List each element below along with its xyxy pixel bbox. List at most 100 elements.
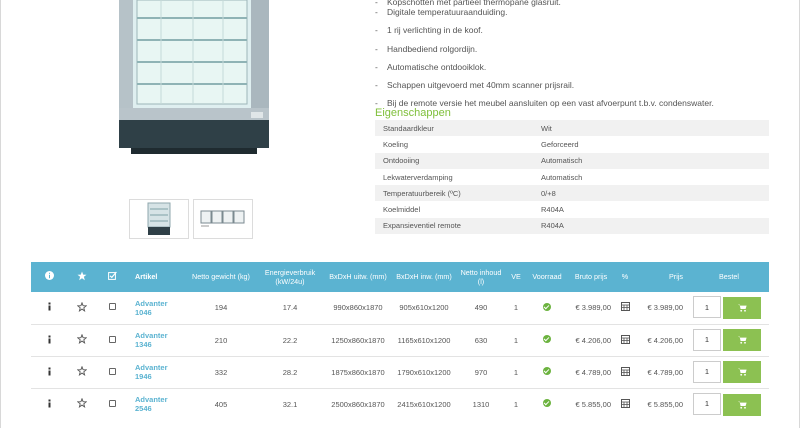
table-row: Advanter 2546 405 32.1 2500x860x1870 241… — [31, 388, 769, 420]
artikel-header[interactable]: Artikel — [127, 262, 187, 292]
gewicht-cell: 405 — [214, 399, 228, 409]
bestel-cell — [689, 388, 769, 420]
netto-inhoud-header[interactable]: Netto inhoud (l) — [457, 262, 505, 292]
spec-label: Temperatuurbereik (ºC) — [375, 185, 539, 202]
inw-cell: 905x610x1200 — [391, 292, 457, 325]
voorraad-cell — [527, 324, 567, 357]
voorraad-cell — [527, 356, 567, 389]
bruto-prijs-header[interactable]: Bruto prijs — [567, 262, 615, 292]
netto-gewicht-header[interactable]: Netto gewicht (kg) — [187, 262, 255, 292]
calculator-icon[interactable] — [620, 366, 630, 376]
info-cell[interactable] — [31, 356, 67, 389]
add-to-cart-button[interactable] — [723, 297, 761, 319]
product-image — [101, 0, 281, 162]
ve-header[interactable]: VE — [505, 262, 527, 292]
energieverbruik-header[interactable]: Energieverbruik (kW/24u) — [255, 262, 325, 292]
select-checkbox[interactable] — [108, 399, 116, 407]
feature-item: Handbediend rolgordijn. — [375, 44, 785, 63]
spec-value: R404A — [541, 205, 564, 215]
spec-label: Lekwaterverdamping — [383, 172, 453, 182]
energie-cell: 32.1 — [282, 399, 298, 409]
korting-cell[interactable] — [615, 292, 635, 325]
feature-item: Automatische ontdooiklok. — [375, 63, 785, 81]
favorite-cell[interactable] — [67, 356, 97, 389]
select-cell[interactable] — [97, 356, 127, 389]
star-icon[interactable] — [76, 397, 88, 409]
quantity-input[interactable] — [693, 360, 721, 383]
uitw-cell: 2500x860x1870 — [331, 399, 385, 409]
cart-icon — [737, 368, 747, 376]
star-icon[interactable] — [76, 333, 88, 344]
info-cell[interactable] — [31, 388, 67, 420]
info-icon[interactable] — [47, 367, 52, 376]
info-icon — [44, 271, 54, 281]
inw-cell: 2415x610x1200 — [397, 399, 451, 409]
korting-cell[interactable] — [615, 324, 635, 357]
add-to-cart-button[interactable] — [723, 329, 761, 352]
spec-value: R404A — [539, 217, 769, 235]
prijs-cell: € 4.206,00 — [635, 324, 689, 357]
artikel-link[interactable]: Advanter 1346 — [127, 324, 187, 357]
select-cell[interactable] — [97, 324, 127, 357]
info-icon[interactable] — [47, 335, 52, 344]
prijs-header[interactable]: Prijs — [635, 262, 689, 292]
energie-cell: 22.2 — [255, 324, 325, 357]
uitw-cell: 990x860x1870 — [325, 292, 391, 325]
uitw-cell: 1875x860x1870 — [325, 356, 391, 389]
in-stock-icon — [543, 302, 551, 311]
thumbnail-1[interactable] — [129, 199, 189, 239]
spec-label: Ontdooiing — [375, 152, 539, 169]
star-icon[interactable] — [76, 301, 88, 312]
info-cell[interactable] — [31, 324, 67, 357]
info-icon[interactable] — [47, 302, 52, 311]
quantity-input[interactable] — [693, 328, 721, 351]
afmetingen-inw-header[interactable]: BxDxH inw. (mm) — [391, 262, 457, 292]
gewicht-cell: 332 — [187, 356, 255, 389]
bestel-header: Bestel — [689, 262, 769, 292]
add-to-cart-button[interactable] — [723, 393, 761, 416]
feature-item: 1 rij verlichting in de koof. — [375, 26, 785, 44]
cart-icon — [737, 336, 747, 344]
korting-cell[interactable] — [615, 356, 635, 389]
table-row: Advanter 1946 332 28.2 1875x860x1870 179… — [31, 356, 769, 389]
afmetingen-uitw-header[interactable]: BxDxH uitw. (mm) — [325, 262, 391, 292]
select-cell[interactable] — [97, 292, 127, 325]
favorite-cell[interactable] — [67, 388, 97, 420]
favorite-cell[interactable] — [67, 324, 97, 357]
select-cell[interactable] — [97, 388, 127, 420]
quantity-input[interactable] — [693, 392, 721, 415]
info-icon[interactable] — [47, 399, 52, 408]
spec-value: Geforceerd — [541, 139, 579, 149]
artikel-link[interactable]: Advanter 1046 — [127, 292, 187, 325]
spec-value: 0/+8 — [539, 185, 769, 202]
energie-cell: 17.4 — [255, 292, 325, 325]
calculator-icon[interactable] — [620, 334, 630, 344]
artikel-link[interactable]: Advanter 2546 — [127, 388, 187, 420]
add-to-cart-button[interactable] — [723, 361, 761, 384]
inhoud-cell: 490 — [457, 292, 505, 325]
star-icon — [77, 271, 87, 280]
quantity-input[interactable] — [693, 296, 721, 319]
artikel-link[interactable]: Advanter 1946 — [127, 356, 187, 389]
thumbnail-2[interactable] — [193, 199, 253, 239]
page-frame: Kopschotten met partieel thermopane glas… — [0, 0, 800, 428]
voorraad-cell — [527, 388, 567, 420]
in-stock-icon — [543, 335, 551, 343]
star-icon[interactable] — [76, 365, 88, 376]
select-checkbox[interactable] — [108, 303, 116, 311]
thumbnail-strip — [129, 199, 253, 239]
korting-cell[interactable] — [615, 388, 635, 420]
calculator-icon[interactable] — [620, 302, 630, 312]
info-cell[interactable] — [31, 292, 67, 325]
korting-header[interactable]: % — [615, 262, 635, 292]
select-checkbox[interactable] — [108, 335, 116, 343]
bestel-cell — [689, 356, 769, 389]
voorraad-header[interactable]: Voorraad — [527, 262, 567, 292]
voorraad-cell — [527, 292, 567, 325]
table-header-row: Artikel Netto gewicht (kg) Energieverbru… — [31, 262, 769, 292]
prijs-cell: € 4.789,00 — [635, 356, 689, 389]
inhoud-cell: 970 — [457, 356, 505, 389]
calculator-icon[interactable] — [620, 398, 630, 408]
select-checkbox[interactable] — [108, 367, 116, 375]
favorite-cell[interactable] — [67, 292, 97, 325]
